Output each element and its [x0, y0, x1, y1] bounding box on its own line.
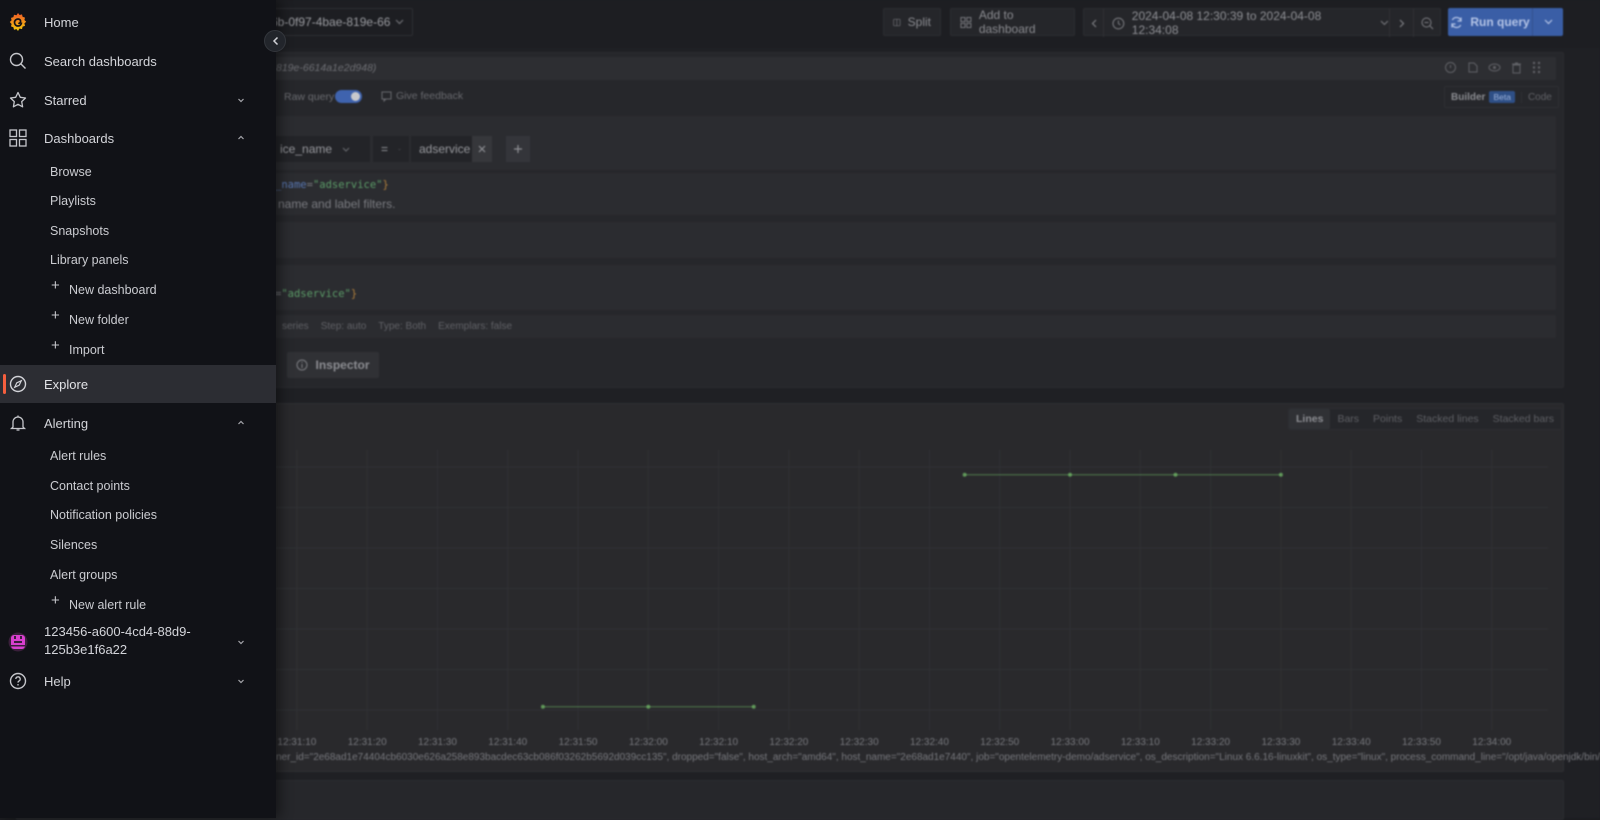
- data-point: [751, 704, 756, 709]
- x-tick-label: 12:33:20: [1191, 737, 1230, 748]
- x-tick-label: 12:31:20: [348, 737, 387, 748]
- nav-label: Playlists: [50, 194, 96, 208]
- nav-label: Browse: [50, 165, 92, 179]
- x-tick-label: 12:32:20: [769, 737, 808, 748]
- active-indicator: [3, 374, 6, 394]
- x-tick-label: 12:31:40: [488, 737, 527, 748]
- nav-label: Snapshots: [50, 224, 110, 238]
- nav-label: Explore: [44, 376, 89, 392]
- plus-icon: +: [51, 337, 60, 354]
- nav-item-org[interactable]: 123456-a600-4cd4-88d9- 125b3e1f6a22: [0, 622, 276, 662]
- nav-label: Search dashboards: [44, 53, 157, 69]
- nav-label: Home: [44, 14, 79, 30]
- org-name: 123456-a600-4cd4-88d9- 125b3e1f6a22: [44, 623, 191, 659]
- nav-item-help[interactable]: Help: [0, 661, 276, 701]
- legend-series-label: ner_id="2e68ad1e74404cb6030e626a258e893b…: [276, 752, 1600, 763]
- x-tick-label: 12:31:30: [418, 737, 457, 748]
- nav-item-alert-rules[interactable]: Alert rules: [0, 446, 276, 466]
- chevron-down-icon[interactable]: [235, 675, 247, 687]
- data-point: [540, 704, 545, 709]
- nav-label: Contact points: [50, 479, 130, 493]
- nav-item-alert-groups[interactable]: Alert groups: [0, 565, 276, 585]
- nav-label: Library panels: [50, 253, 129, 267]
- nav-label: Silences: [50, 538, 98, 552]
- x-tick-label: 12:32:30: [840, 737, 879, 748]
- nav-item-contact-points[interactable]: Contact points: [0, 476, 276, 496]
- x-tick-label: 12:33:00: [1051, 737, 1090, 748]
- org-avatar: [8, 632, 28, 652]
- nav-label: Alerting: [44, 415, 89, 431]
- nav-label: New folder: [69, 313, 129, 327]
- nav-item-silences[interactable]: Silences: [0, 535, 276, 555]
- x-tick-label: 12:33:50: [1402, 737, 1441, 748]
- nav-item-library-panels[interactable]: Library panels: [0, 250, 276, 270]
- nav-item-playlists[interactable]: Playlists: [0, 191, 276, 211]
- chevron-left-icon: [272, 36, 278, 46]
- mega-menu: Home Search dashboards Starred Dashboard…: [0, 0, 276, 818]
- nav-label: Notification policies: [50, 508, 157, 522]
- chevron-down-icon[interactable]: [235, 94, 247, 106]
- plus-icon: +: [51, 307, 60, 324]
- data-point: [962, 472, 967, 477]
- x-tick-label: 12:32:40: [910, 737, 949, 748]
- nav-item-new-alert-rule[interactable]: + New alert rule: [0, 592, 276, 615]
- nav-item-dashboards[interactable]: Dashboards: [0, 118, 276, 158]
- nav-item-import[interactable]: + Import: [0, 337, 276, 360]
- nav-item-notification-policies[interactable]: Notification policies: [0, 505, 276, 525]
- x-tick-label: 12:33:10: [1121, 737, 1160, 748]
- nav-item-explore[interactable]: Explore: [0, 365, 276, 403]
- bell-icon: [8, 413, 28, 433]
- nav-label: Dashboards: [44, 130, 115, 146]
- nav-item-search[interactable]: Search dashboards: [0, 41, 276, 81]
- search-icon: [8, 51, 28, 71]
- chevron-up-icon[interactable]: [235, 417, 247, 429]
- plus-icon: +: [51, 592, 60, 609]
- help-icon: [8, 671, 28, 691]
- dock-menu-toggle-button[interactable]: [264, 30, 286, 52]
- data-point: [1278, 472, 1283, 477]
- nav-item-snapshots[interactable]: Snapshots: [0, 221, 276, 241]
- nav-label: New alert rule: [69, 598, 147, 612]
- x-tick-label: 12:33:30: [1261, 737, 1300, 748]
- data-point: [646, 704, 651, 709]
- nav-label: Alert groups: [50, 568, 118, 582]
- x-tick-label: 12:32:10: [699, 737, 738, 748]
- chevron-up-icon[interactable]: [235, 132, 247, 144]
- nav-item-browse[interactable]: Browse: [0, 162, 276, 182]
- nav-item-home[interactable]: Home: [0, 2, 276, 42]
- nav-item-new-dashboard[interactable]: + New dashboard: [0, 277, 276, 300]
- x-tick-label: 12:33:40: [1332, 737, 1371, 748]
- org-name-line2: 125b3e1f6a22: [44, 642, 128, 657]
- nav-item-alerting[interactable]: Alerting: [0, 403, 276, 443]
- nav-label: New dashboard: [69, 283, 157, 297]
- nav-label: Help: [44, 673, 71, 689]
- compass-icon: [8, 374, 28, 394]
- grafana-logo-icon: [8, 12, 28, 32]
- nav-item-starred[interactable]: Starred: [0, 80, 276, 120]
- x-tick-label: 12:32:50: [980, 737, 1019, 748]
- x-tick-label: 12:34:00: [1472, 737, 1511, 748]
- star-icon: [8, 90, 28, 110]
- plus-icon: +: [51, 277, 60, 294]
- chevron-down-icon[interactable]: [235, 636, 247, 648]
- x-tick-label: 12:31:50: [559, 737, 598, 748]
- data-point: [1173, 472, 1178, 477]
- x-tick-label: 12:32:00: [629, 737, 668, 748]
- x-tick-label: 12:31:10: [277, 737, 316, 748]
- apps-grid-icon: [8, 128, 28, 148]
- nav-label: Import: [69, 343, 105, 357]
- nav-label: Starred: [44, 92, 87, 108]
- data-point: [1068, 472, 1073, 477]
- nav-label: Alert rules: [50, 449, 107, 463]
- org-name-line1: 123456-a600-4cd4-88d9-: [44, 624, 191, 639]
- nav-item-new-folder[interactable]: + New folder: [0, 307, 276, 330]
